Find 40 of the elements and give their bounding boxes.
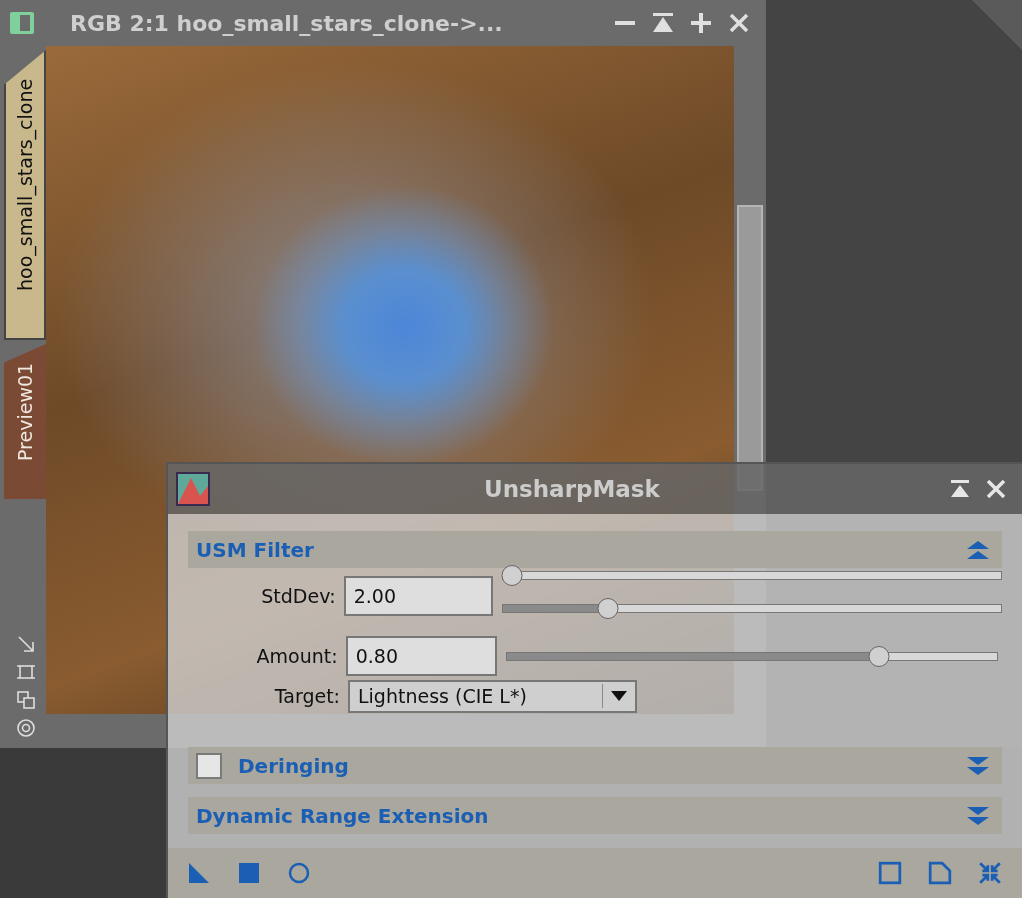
shade-icon[interactable] [950, 479, 970, 499]
target-icon[interactable] [16, 718, 36, 738]
stddev-field[interactable]: 2.00 [343, 576, 493, 616]
slider-thumb[interactable] [501, 565, 523, 586]
document-icon[interactable] [928, 861, 952, 885]
field-label: StdDev: [260, 583, 337, 609]
expand-icon[interactable] [966, 755, 990, 776]
field-label: Target: [273, 683, 341, 709]
amount-field[interactable]: 0.80 [345, 636, 497, 676]
section-title: Dynamic Range Extension [196, 802, 489, 830]
close-icon[interactable] [986, 479, 1006, 499]
target-dropdown[interactable]: Lightness (CIE L*) [348, 679, 637, 713]
shade-icon[interactable] [652, 12, 674, 34]
square-icon[interactable] [238, 862, 260, 884]
section-title: USM Filter [196, 536, 314, 564]
view-tab[interactable]: Preview01 [4, 344, 46, 499]
square-outline-icon[interactable] [878, 861, 902, 885]
histogram-icon [176, 472, 210, 506]
apply-triangle-icon[interactable] [188, 862, 210, 884]
view-tab[interactable]: hoo_small_stars_clone [4, 50, 46, 340]
slider-thumb[interactable] [597, 598, 619, 619]
collapse-arrows-icon[interactable] [978, 861, 1002, 885]
crop-icon[interactable] [16, 662, 36, 682]
dialog-title: UnsharpMask [484, 474, 660, 504]
slider[interactable] [502, 565, 1002, 586]
slider[interactable] [502, 598, 1002, 619]
slider[interactable] [505, 645, 998, 667]
circle-icon[interactable] [288, 862, 310, 884]
copy-icon[interactable] [16, 690, 36, 710]
expand-icon[interactable] [966, 805, 990, 826]
dropdown-value: Lightness (CIE L*) [357, 683, 528, 709]
section-title: Deringing [238, 752, 349, 780]
slider-thumb[interactable] [868, 645, 890, 667]
collapse-icon[interactable] [966, 539, 990, 560]
field-label: Amount: [255, 643, 339, 669]
zoom-arrow-icon[interactable] [16, 634, 36, 654]
checkbox[interactable] [196, 752, 222, 779]
window-title: RGB 2:1 hoo_small_stars_clone->... [70, 9, 503, 38]
maximize-icon[interactable] [690, 12, 712, 34]
close-icon[interactable] [728, 12, 750, 34]
